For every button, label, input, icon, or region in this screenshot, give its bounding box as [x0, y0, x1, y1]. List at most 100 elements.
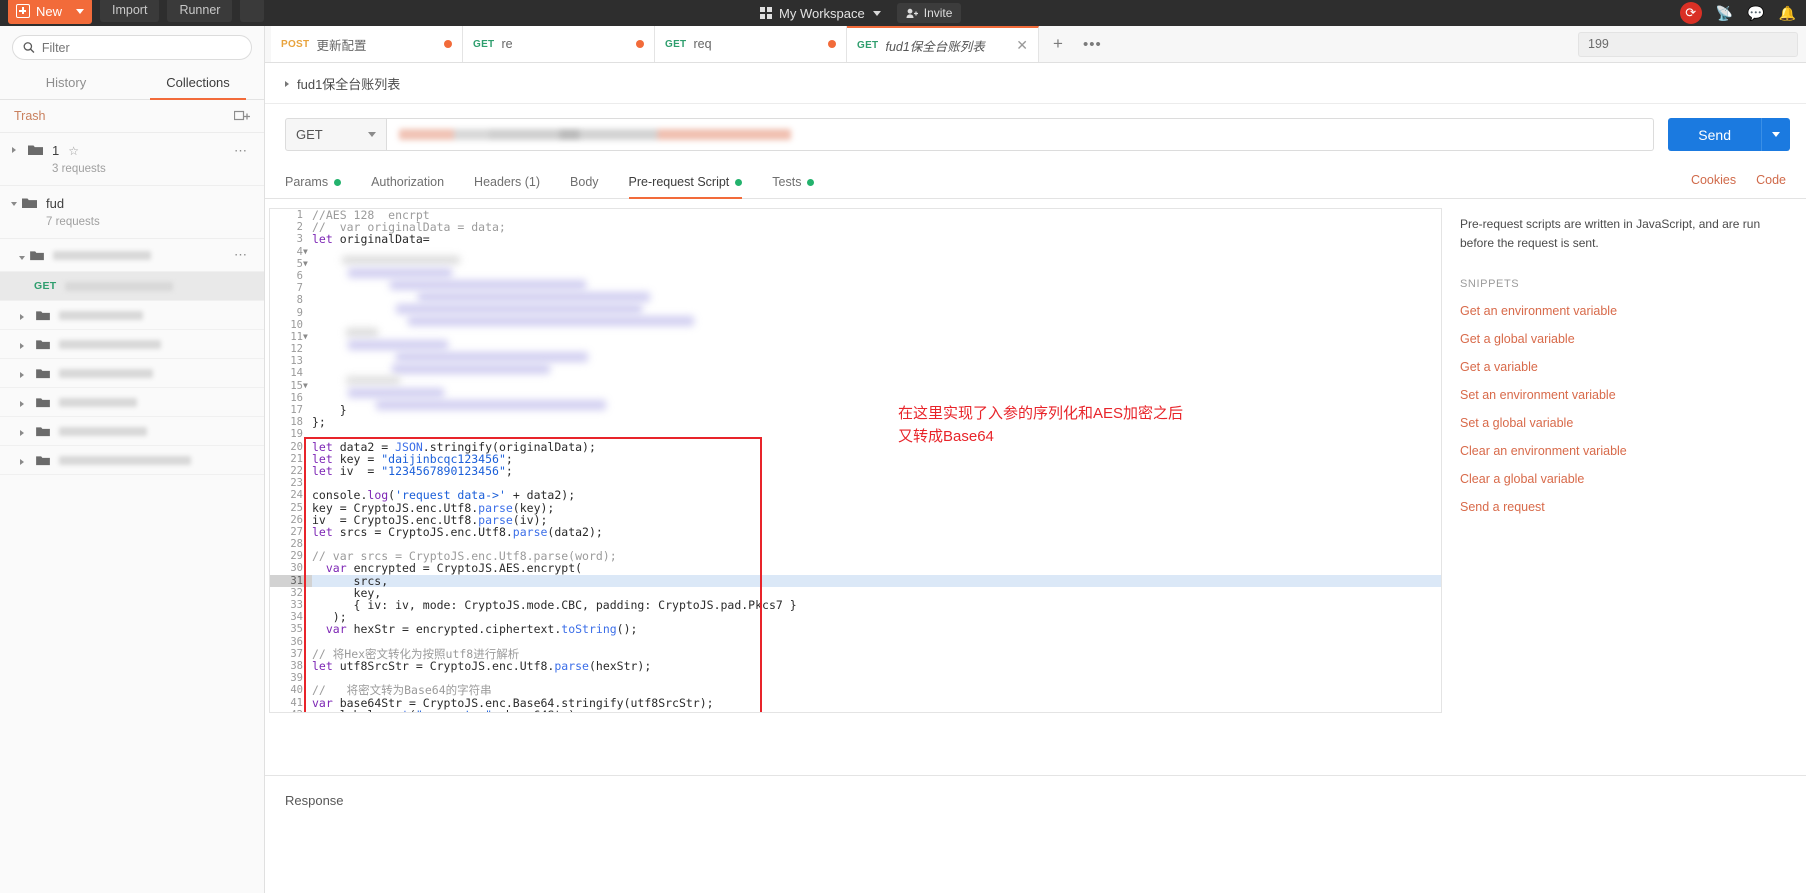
runner-button[interactable]: Runner — [167, 0, 233, 22]
request-row-selected[interactable]: GET — [0, 272, 264, 301]
send-options-button[interactable] — [1761, 118, 1790, 151]
search-value-field[interactable]: 199 — [1578, 31, 1798, 57]
tab-params[interactable]: Params — [285, 163, 342, 198]
new-folder-icon[interactable] — [234, 109, 250, 123]
workspace-selector[interactable]: My Workspace Invite — [760, 0, 962, 26]
snippet-clear-global-variable[interactable]: Clear a global variable — [1460, 472, 1788, 486]
breadcrumb[interactable]: fud1保全台账列表 — [265, 63, 1806, 104]
code-line[interactable]: 25 key = CryptoJS.enc.Utf8.parse(key); — [270, 501, 1441, 513]
code-line[interactable]: 42pm.globals.set("parameter", base64Str)… — [270, 708, 1441, 712]
chevron-right-icon[interactable] — [12, 147, 24, 153]
code-line[interactable]: 24 console.log('request data->' + data2); — [270, 489, 1441, 501]
chevron-right-icon[interactable] — [20, 372, 32, 378]
code-line[interactable]: 30 var encrypted = CryptoJS.AES.encrypt( — [270, 562, 1441, 574]
folder-icon — [28, 145, 43, 155]
chevron-right-icon[interactable] — [20, 459, 32, 465]
chevron-right-icon[interactable] — [20, 430, 32, 436]
fold-toggle-icon[interactable]: ▼ — [303, 258, 308, 270]
grid-icon — [760, 7, 772, 19]
code-line[interactable]: 15 ▼ — [270, 380, 1441, 392]
sync-icon[interactable]: ⟳ — [1679, 2, 1702, 24]
snippet-set-environment-variable[interactable]: Set an environment variable — [1460, 388, 1788, 402]
bell-icon[interactable]: 🔔 — [1779, 6, 1796, 20]
code-line[interactable]: 38 let utf8SrcStr = CryptoJS.enc.Utf8.par… — [270, 660, 1441, 672]
line-number: 14 — [290, 367, 303, 380]
new-tab-button[interactable]: + — [1039, 26, 1077, 62]
sidebar: History Collections Trash 1 ☆ 3 requests… — [0, 26, 265, 893]
tab-tests[interactable]: Tests — [772, 163, 815, 198]
request-tab-3[interactable]: GET fud1保全台账列表 ✕ — [847, 26, 1039, 62]
invite-button[interactable]: Invite — [896, 3, 962, 23]
url-input[interactable] — [387, 118, 1655, 151]
tab-headers[interactable]: Headers (1) — [474, 163, 540, 198]
snippet-get-global-variable[interactable]: Get a global variable — [1460, 332, 1788, 346]
chevron-down-icon[interactable] — [19, 256, 25, 260]
filter-box[interactable] — [12, 35, 252, 60]
line-number: 24 — [290, 489, 303, 502]
code-link[interactable]: Code — [1756, 173, 1786, 187]
add-collection-button[interactable] — [240, 0, 265, 22]
code-line[interactable]: 22 let iv = "1234567890123456"; — [270, 465, 1441, 477]
chevron-right-icon[interactable] — [20, 401, 32, 407]
messages-icon[interactable]: 💬 — [1747, 6, 1764, 20]
collection-more-icon[interactable]: ⋯ — [234, 143, 254, 159]
chevron-right-icon[interactable] — [285, 80, 289, 87]
trash-link[interactable]: Trash — [14, 109, 46, 123]
collection-item-fud[interactable]: fud 7 requests — [0, 186, 264, 239]
snippet-set-global-variable[interactable]: Set a global variable — [1460, 416, 1788, 430]
folder-row[interactable] — [0, 446, 264, 475]
request-tab-2[interactable]: GET req — [655, 26, 847, 62]
pre-request-script-editor[interactable]: 1//AES 128 encrpt 2// var originalData = … — [269, 208, 1442, 713]
folder-row[interactable] — [0, 359, 264, 388]
collection-item-1[interactable]: 1 ☆ 3 requests ⋯ — [0, 133, 264, 186]
code-line[interactable]: 35 var hexStr = encrypted.ciphertext.toS… — [270, 623, 1441, 635]
satellite-icon[interactable]: 📡 — [1716, 6, 1733, 20]
import-button[interactable]: Import — [100, 0, 160, 22]
code-line[interactable]: 2// var originalData = data; — [270, 221, 1441, 233]
tab-history[interactable]: History — [0, 67, 132, 99]
folder-more-icon[interactable]: ⋯ — [234, 247, 254, 263]
code-line[interactable]: 27 let srcs = CryptoJS.enc.Utf8.parse(dat… — [270, 526, 1441, 538]
folder-row[interactable] — [0, 301, 264, 330]
tab-body[interactable]: Body — [570, 163, 599, 198]
tab-method: GET — [665, 38, 687, 50]
unsaved-dot-icon — [444, 40, 452, 48]
tab-collections[interactable]: Collections — [132, 67, 264, 100]
send-button[interactable]: Send — [1668, 118, 1761, 151]
search-input[interactable] — [41, 40, 241, 55]
line-number: 21 — [290, 452, 303, 465]
request-tab-1[interactable]: GET re — [463, 26, 655, 62]
fold-toggle-icon[interactable]: ▼ — [303, 246, 308, 258]
tab-pre-request-script[interactable]: Pre-request Script — [628, 163, 743, 199]
line-number: 26 — [290, 513, 303, 526]
tab-authorization[interactable]: Authorization — [371, 163, 444, 198]
code-line[interactable]: 18}; — [270, 416, 1441, 428]
code-line[interactable]: 31 srcs, — [270, 574, 1441, 587]
method-select[interactable]: GET — [285, 118, 387, 151]
folder-row[interactable] — [0, 417, 264, 446]
snippet-get-variable[interactable]: Get a variable — [1460, 360, 1788, 374]
fold-toggle-icon[interactable]: ▼ — [303, 331, 308, 343]
star-icon[interactable]: ☆ — [68, 144, 79, 158]
code-line[interactable]: 40 // 将密文转为Base64的字符串 — [270, 684, 1441, 696]
fold-toggle-icon[interactable]: ▼ — [303, 380, 308, 392]
cookies-link[interactable]: Cookies — [1691, 173, 1736, 187]
code-line[interactable]: 3 let originalData= — [270, 233, 1441, 245]
request-tab-0[interactable]: POST 更新配置 — [271, 26, 463, 62]
snippet-get-environment-variable[interactable]: Get an environment variable — [1460, 304, 1788, 318]
code-redacted-block — [396, 304, 642, 314]
tabs-more-icon[interactable]: ••• — [1077, 26, 1108, 62]
snippet-clear-environment-variable[interactable]: Clear an environment variable — [1460, 444, 1788, 458]
chevron-right-icon[interactable] — [20, 314, 32, 320]
code-line[interactable]: 19 — [270, 428, 1441, 440]
folder-row[interactable]: ⋯ — [0, 239, 264, 272]
code-line[interactable]: 33 { iv: iv, mode: CryptoJS.mode.CBC, pa… — [270, 599, 1441, 611]
chevron-right-icon[interactable] — [20, 343, 32, 349]
folder-row[interactable] — [0, 388, 264, 417]
folder-row[interactable] — [0, 330, 264, 359]
chevron-down-icon[interactable] — [11, 202, 17, 206]
line-number: 2 — [296, 221, 303, 234]
new-button[interactable]: New — [8, 0, 93, 24]
snippet-send-a-request[interactable]: Send a request — [1460, 500, 1788, 514]
close-icon[interactable]: ✕ — [1016, 37, 1028, 54]
